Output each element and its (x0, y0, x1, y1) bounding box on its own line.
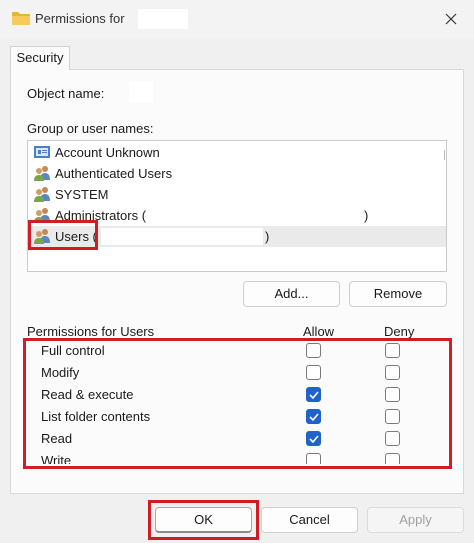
group-label: Group or user names: (27, 121, 154, 136)
scrollbar-thumb[interactable] (449, 368, 451, 426)
account-unknown-icon (33, 144, 51, 160)
deny-checkbox[interactable] (385, 343, 400, 358)
permission-row-full-control: Full control (27, 342, 427, 362)
permission-row-list-folder-contents: List folder contents (27, 406, 427, 428)
user-list[interactable]: Account Unknown Authenticated Users SYST… (27, 140, 447, 272)
title-bar: Permissions for (0, 0, 474, 38)
checkmark-icon (309, 435, 319, 444)
list-item-users[interactable]: Users ( ) (28, 226, 446, 247)
cancel-button[interactable]: Cancel (261, 507, 358, 533)
user-name: Administrators ( (55, 208, 147, 223)
user-name-suffix: ) (364, 208, 369, 223)
allow-checkbox[interactable] (306, 409, 321, 424)
permissions-label: Permissions for Users (27, 324, 155, 339)
permission-name: Full control (41, 343, 105, 358)
users-group-icon (33, 207, 51, 223)
redacted-region (150, 207, 362, 224)
allow-checkbox[interactable] (306, 365, 321, 380)
permission-name: Modify (41, 365, 80, 380)
list-item-account-unknown[interactable]: Account Unknown (28, 142, 446, 163)
deny-checkbox[interactable] (385, 431, 400, 446)
user-name: Users ( (55, 229, 97, 244)
checkmark-icon (309, 391, 319, 400)
deny-checkbox[interactable] (385, 365, 400, 380)
users-group-icon (33, 228, 51, 244)
ok-button[interactable]: OK (155, 507, 252, 533)
user-name: Account Unknown (55, 145, 160, 160)
tab-security[interactable]: Security (10, 46, 70, 70)
user-name-suffix: ) (265, 229, 270, 244)
close-icon (445, 13, 457, 25)
allow-checkbox[interactable] (306, 387, 321, 402)
deny-column-header: Deny (384, 324, 415, 339)
divider (444, 150, 445, 160)
deny-checkbox[interactable] (385, 387, 400, 402)
permission-name: List folder contents (41, 409, 151, 424)
close-button[interactable] (436, 6, 466, 32)
permission-name: Read & execute (41, 387, 134, 402)
redacted-region (129, 81, 153, 103)
user-name: Authenticated Users (55, 166, 173, 181)
deny-checkbox[interactable] (385, 453, 400, 464)
list-item-system[interactable]: SYSTEM (28, 184, 446, 205)
apply-button[interactable]: Apply (367, 507, 464, 533)
permissions-list[interactable]: Full control Modify Read & execute List … (27, 342, 451, 464)
allow-checkbox[interactable] (306, 431, 321, 446)
redacted-region (138, 9, 188, 29)
allow-column-header: Allow (303, 324, 335, 339)
permission-row-read: Read (27, 428, 427, 450)
users-group-icon (33, 186, 51, 202)
object-name-label: Object name: (27, 86, 105, 101)
permission-row-read-execute: Read & execute (27, 384, 427, 406)
checkmark-icon (309, 413, 319, 422)
list-item-authenticated-users[interactable]: Authenticated Users (28, 163, 446, 184)
deny-checkbox[interactable] (385, 409, 400, 424)
permission-name: Write (41, 453, 72, 464)
permission-name: Read (41, 431, 73, 446)
add-button[interactable]: Add... (243, 281, 340, 307)
list-item-administrators[interactable]: Administrators ( ) (28, 205, 446, 226)
redacted-region (101, 228, 263, 245)
window-title: Permissions for (35, 11, 125, 26)
remove-button[interactable]: Remove (349, 281, 447, 307)
security-panel: Object name: Group or user names: Accoun… (10, 69, 464, 494)
folder-icon (12, 11, 30, 25)
permission-row-write: Write (27, 450, 427, 464)
permission-row-modify: Modify (27, 362, 427, 384)
allow-checkbox[interactable] (306, 453, 321, 464)
allow-checkbox[interactable] (306, 343, 321, 358)
users-group-icon (33, 165, 51, 181)
user-name: SYSTEM (55, 187, 109, 202)
